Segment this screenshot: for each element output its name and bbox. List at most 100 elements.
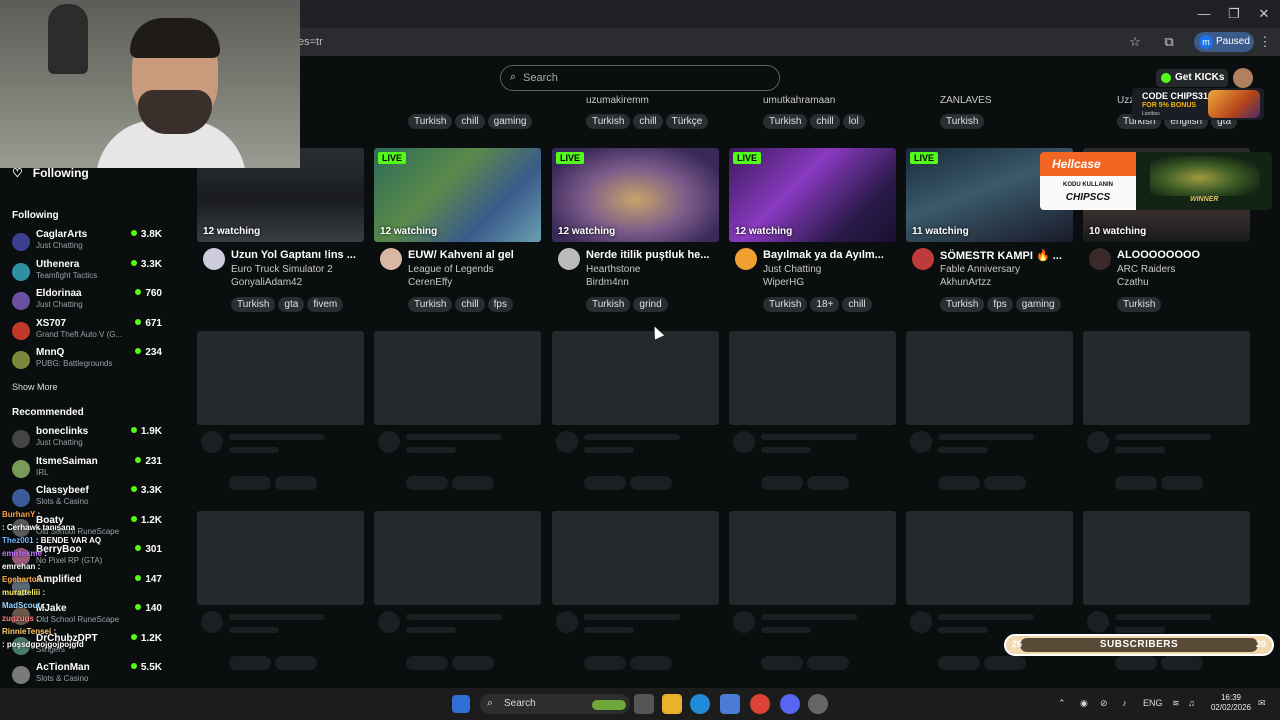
stream-tag[interactable]: fivem — [307, 297, 344, 312]
stream-title[interactable]: ALOOOOOOOO — [1117, 249, 1247, 261]
tray-language[interactable]: ENG — [1143, 698, 1163, 708]
channel-avatar — [12, 430, 30, 448]
profile-button[interactable]: m Paused — [1194, 32, 1254, 52]
sidebar-channel[interactable]: CaglarArts Just Chatting 3.8K — [12, 229, 162, 255]
live-dot-icon — [135, 456, 142, 463]
stream-tag[interactable]: Turkish — [1117, 297, 1162, 312]
stream-category[interactable]: Euro Truck Simulator 2 — [231, 264, 333, 275]
stream-thumbnail[interactable]: LIVE 12 watching — [552, 148, 719, 242]
stream-tag[interactable]: Turkish — [940, 114, 985, 129]
streamer-avatar[interactable] — [735, 248, 757, 270]
stream-title[interactable]: SÖMESTR KAMPI 🔥 ... — [940, 249, 1070, 262]
skeleton-l1 — [584, 434, 680, 440]
browser-menu-icon[interactable]: ⋮ — [1256, 33, 1274, 51]
stream-tag[interactable]: fps — [987, 297, 1013, 312]
discord-icon[interactable] — [780, 694, 800, 714]
stream-category[interactable]: Fable Anniversary — [940, 264, 1020, 275]
knife-artwork — [1150, 156, 1260, 196]
streamer-name[interactable]: Czathu — [1117, 277, 1149, 288]
stream-tag[interactable]: Turkish — [763, 114, 808, 129]
stream-tag[interactable]: gaming — [1015, 297, 1061, 312]
tray-volume-icon[interactable]: ♫ — [1188, 698, 1195, 708]
skeleton-p1 — [761, 476, 803, 490]
sidebar-following-link[interactable]: ♡ Following — [12, 166, 89, 180]
sidebar-channel[interactable]: ItsmeSaiman IRL 231 — [12, 456, 162, 482]
tray-discord-icon[interactable]: ◉ — [1080, 698, 1088, 709]
streamer-name[interactable]: WiperHG — [763, 277, 804, 288]
bookmark-star-icon[interactable]: ☆ — [1126, 33, 1144, 51]
sidebar-following-title: Following — [12, 210, 59, 221]
edge-icon[interactable] — [690, 694, 710, 714]
streamer-avatar[interactable] — [380, 248, 402, 270]
stream-title[interactable]: Bayılmak ya da Ayılm... — [763, 249, 893, 261]
stream-thumbnail[interactable]: LIVE 12 watching — [374, 148, 541, 242]
stream-tag[interactable]: chill — [455, 114, 485, 129]
chat-message: : Cerhawk tanışana — [2, 521, 202, 534]
stream-tag[interactable]: Turkish — [586, 114, 631, 129]
streamer-avatar[interactable] — [912, 248, 934, 270]
file-explorer-icon[interactable] — [662, 694, 682, 714]
stream-category[interactable]: League of Legends — [408, 264, 494, 275]
stream-title[interactable]: EUW/ Kahveni al gel — [408, 249, 538, 261]
show-more-button[interactable]: Show More — [12, 382, 58, 392]
chrome-icon[interactable] — [750, 694, 770, 714]
chat-text: : — [37, 562, 41, 571]
sidebar-channel[interactable]: Eldorinaa Just Chatting 760 — [12, 288, 162, 314]
streamer-avatar[interactable] — [558, 248, 580, 270]
stream-tag[interactable]: Turkish — [408, 114, 453, 129]
tray-network-icon[interactable]: ⊘ — [1100, 698, 1108, 709]
stream-tag[interactable]: Turkish — [763, 297, 808, 312]
stream-category[interactable]: Just Chatting — [763, 264, 821, 275]
address-bar-text[interactable]: es=tr — [298, 36, 323, 48]
maximize-icon[interactable]: ❐ — [1220, 4, 1248, 24]
streamer-avatar[interactable] — [203, 248, 225, 270]
get-kicks-button[interactable]: Get KICKs — [1156, 69, 1228, 87]
streamer-name[interactable]: AkhunArtzz — [940, 277, 991, 288]
stream-tag[interactable]: chill — [455, 297, 485, 312]
notification-icon[interactable]: ✉ — [1258, 698, 1266, 709]
stream-tag[interactable]: Türkçe — [665, 114, 709, 129]
sidebar-channel[interactable]: XS707 Grand Theft Auto V (G... 671 — [12, 318, 162, 344]
streamer-name[interactable]: GonyaliAdam42 — [231, 277, 302, 288]
close-icon[interactable]: ✕ — [1250, 4, 1278, 24]
taskbar-clock[interactable]: 16:39 02/02/2026 — [1206, 693, 1256, 713]
user-avatar[interactable] — [1233, 68, 1253, 88]
stream-tag[interactable]: gta — [278, 297, 305, 312]
search-input[interactable]: ⌕ Search — [500, 65, 780, 91]
stream-tag[interactable]: Turkish — [231, 297, 276, 312]
windows-start-icon[interactable] — [452, 695, 470, 713]
live-badge: LIVE — [910, 152, 939, 164]
sidebar-channel[interactable]: boneclinks Just Chatting 1.9K — [12, 426, 162, 452]
stream-tag[interactable]: Turkish — [586, 297, 631, 312]
tray-wifi-icon[interactable]: ≋ — [1172, 698, 1180, 709]
app-icon[interactable] — [808, 694, 828, 714]
stream-tag[interactable]: fps — [487, 297, 513, 312]
stream-tag[interactable]: Turkish — [940, 297, 985, 312]
streamer-name[interactable]: CerenEffy — [408, 277, 452, 288]
minimize-icon[interactable]: — — [1190, 4, 1218, 24]
store-icon[interactable] — [720, 694, 740, 714]
stream-category[interactable]: Hearthstone — [586, 264, 640, 275]
stream-title[interactable]: Uzun Yol Gaptanı !ins ... — [231, 249, 361, 261]
streamer-name[interactable]: Birdm4nn — [586, 277, 629, 288]
stream-tag[interactable]: chill — [842, 297, 872, 312]
stream-tag[interactable]: gaming — [487, 114, 533, 129]
stream-title[interactable]: Nerde itilik puştluk he... — [586, 249, 716, 261]
profile-status: Paused — [1216, 36, 1250, 47]
stream-tag[interactable]: lol — [842, 114, 865, 129]
extensions-icon[interactable]: ⧉ — [1160, 33, 1178, 51]
stream-tag[interactable]: 18+ — [810, 297, 840, 312]
stream-tag[interactable]: Turkish — [408, 297, 453, 312]
stream-tag[interactable]: chill — [810, 114, 840, 129]
tray-mic-icon[interactable]: ♪ — [1122, 698, 1127, 708]
stream-category[interactable]: ARC Raiders — [1117, 264, 1175, 275]
task-view-icon[interactable] — [634, 694, 654, 714]
tray-chevron-icon[interactable]: ⌃ — [1058, 698, 1066, 709]
streamer-avatar[interactable] — [1089, 248, 1111, 270]
stream-thumbnail[interactable]: LIVE 12 watching — [729, 148, 896, 242]
stream-tag[interactable]: chill — [633, 114, 663, 129]
sidebar-channel[interactable]: Uthenera Teamfight Tactics 3.3K — [12, 259, 162, 285]
sidebar-channel[interactable]: MnnQ PUBG: Battlegrounds 234 — [12, 347, 162, 373]
stream-tag[interactable]: grind — [633, 297, 668, 312]
sidebar-recommended-title: Recommended — [12, 407, 84, 418]
